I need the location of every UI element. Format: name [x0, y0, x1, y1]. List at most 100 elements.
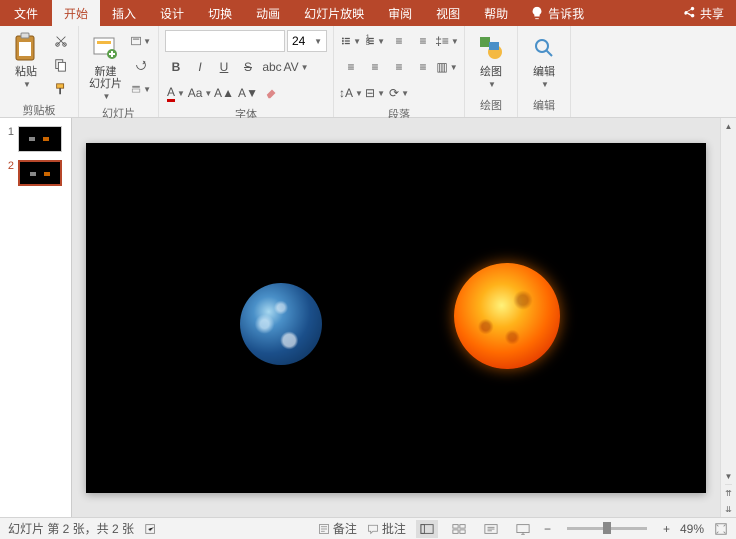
chevron-down-icon: ▼: [103, 92, 111, 101]
align-left-button[interactable]: ≡: [340, 56, 362, 78]
clipboard-icon: [12, 32, 40, 64]
ribbon-tabs: 文件 开始 插入 设计 切换 动画 幻灯片放映 审阅 视图 帮助 告诉我 共享: [0, 0, 736, 26]
group-editing: 编辑 ▼ 编辑: [518, 26, 571, 117]
sorter-view-icon: [452, 523, 466, 535]
section-button[interactable]: ▼: [130, 78, 152, 100]
numbering-icon: 123: [365, 34, 375, 48]
bullets-icon: [341, 34, 351, 48]
scissors-icon: [54, 34, 68, 48]
tell-me[interactable]: 告诉我: [520, 0, 594, 26]
group-paragraph: ▼ 123▼ ≡ ≡ ‡≡▼ ≡ ≡ ≡ ≡ ▥▼ ↕A▼ ⊟▼ ⟳▼: [334, 26, 465, 117]
italic-button[interactable]: I: [189, 56, 211, 78]
slide-canvas-wrap[interactable]: [72, 118, 720, 517]
status-bar: 幻灯片 第 2 张，共 2 张 备注 批注 − + 49%: [0, 517, 736, 539]
normal-view-icon: [420, 523, 434, 535]
drawing-button[interactable]: 绘图 ▼: [471, 30, 511, 91]
slide-indicator: 幻灯片 第 2 张，共 2 张: [8, 520, 134, 537]
chevron-down-icon: ▼: [541, 80, 549, 89]
spellcheck-icon[interactable]: [144, 522, 158, 536]
editor-area: ▲ ▼ ⇈ ⇊: [72, 118, 736, 517]
zoom-in-button[interactable]: +: [663, 522, 670, 536]
thumbnail-2[interactable]: 2: [4, 160, 67, 186]
prev-slide-arrow[interactable]: ⇈: [725, 485, 732, 501]
sorter-view-button[interactable]: [448, 520, 470, 538]
eraser-icon: [265, 86, 279, 100]
tab-insert[interactable]: 插入: [100, 0, 148, 26]
tab-help[interactable]: 帮助: [472, 0, 520, 26]
grow-font-button[interactable]: A▲: [213, 82, 235, 104]
font-color-button[interactable]: A▼: [165, 82, 187, 104]
zoom-level[interactable]: 49%: [680, 522, 704, 536]
align-center-button[interactable]: ≡: [364, 56, 386, 78]
new-slide-button[interactable]: 新建 幻灯片 ▼: [85, 30, 126, 103]
layout-icon: [131, 34, 141, 48]
earth-image[interactable]: [240, 283, 322, 365]
chevron-down-icon: ▼: [23, 80, 31, 89]
section-icon: [131, 82, 141, 96]
format-painter-button[interactable]: [50, 78, 72, 100]
tab-view[interactable]: 视图: [424, 0, 472, 26]
reading-view-button[interactable]: [480, 520, 502, 538]
share-button[interactable]: 共享: [670, 0, 736, 26]
text-direction-button[interactable]: ↕A▼: [340, 82, 362, 104]
tab-home[interactable]: 开始: [52, 0, 100, 26]
find-icon: [532, 36, 556, 60]
fit-window-button[interactable]: [714, 522, 728, 536]
thumbnail-pane[interactable]: 1 2: [0, 118, 72, 517]
align-right-button[interactable]: ≡: [388, 56, 410, 78]
scroll-up-arrow[interactable]: ▲: [721, 118, 736, 134]
smartart-button[interactable]: ⟳▼: [388, 82, 410, 104]
tab-file[interactable]: 文件: [0, 0, 52, 26]
slide-canvas[interactable]: [86, 143, 706, 493]
line-spacing-button[interactable]: ‡≡▼: [436, 30, 458, 52]
notes-icon: [318, 523, 330, 535]
align-text-button[interactable]: ⊟▼: [364, 82, 386, 104]
lightbulb-icon: [530, 6, 544, 20]
copy-button[interactable]: [50, 54, 72, 76]
zoom-slider-thumb[interactable]: [603, 522, 611, 534]
bullets-button[interactable]: ▼: [340, 30, 362, 52]
new-slide-icon: [92, 34, 120, 62]
vertical-scrollbar[interactable]: ▲ ▼ ⇈ ⇊: [720, 118, 736, 517]
normal-view-button[interactable]: [416, 520, 438, 538]
fit-icon: [714, 522, 728, 536]
tab-slideshow[interactable]: 幻灯片放映: [292, 0, 376, 26]
thumbnail-1[interactable]: 1: [4, 126, 67, 152]
font-family-select[interactable]: [165, 30, 285, 52]
reset-button[interactable]: [130, 54, 152, 76]
next-slide-arrow[interactable]: ⇊: [725, 501, 732, 517]
strike-button[interactable]: S: [237, 56, 259, 78]
indent-dec-button[interactable]: ≡: [388, 30, 410, 52]
comments-button[interactable]: 批注: [367, 520, 406, 537]
shapes-icon: [477, 34, 505, 62]
char-spacing-button[interactable]: AV▼: [285, 56, 307, 78]
shrink-font-button[interactable]: A▼: [237, 82, 259, 104]
font-size-select[interactable]: 24▼: [287, 30, 327, 52]
slideshow-view-button[interactable]: [512, 520, 534, 538]
bold-button[interactable]: B: [165, 56, 187, 78]
numbering-button[interactable]: 123▼: [364, 30, 386, 52]
group-drawing: 绘图 ▼ 绘图: [465, 26, 518, 117]
justify-button[interactable]: ≡: [412, 56, 434, 78]
sun-image[interactable]: [454, 263, 560, 369]
layout-button[interactable]: ▼: [130, 30, 152, 52]
columns-button[interactable]: ▥▼: [436, 56, 458, 78]
change-case-button[interactable]: Aa▼: [189, 82, 211, 104]
cut-button[interactable]: [50, 30, 72, 52]
tab-animations[interactable]: 动画: [244, 0, 292, 26]
indent-inc-button[interactable]: ≡: [412, 30, 434, 52]
tab-design[interactable]: 设计: [148, 0, 196, 26]
editing-button[interactable]: 编辑 ▼: [524, 30, 564, 91]
scroll-down-arrow[interactable]: ▼: [721, 468, 736, 484]
tab-review[interactable]: 审阅: [376, 0, 424, 26]
zoom-out-button[interactable]: −: [544, 522, 551, 536]
paste-button[interactable]: 粘贴 ▼: [6, 30, 46, 91]
zoom-slider[interactable]: [567, 527, 647, 530]
tab-transitions[interactable]: 切换: [196, 0, 244, 26]
shadow-button[interactable]: abc: [261, 56, 283, 78]
chevron-down-icon: ▼: [488, 80, 496, 89]
notes-button[interactable]: 备注: [318, 520, 357, 537]
group-slides: 新建 幻灯片 ▼ ▼ ▼ 幻灯片: [79, 26, 159, 117]
clear-format-button[interactable]: [261, 82, 283, 104]
underline-button[interactable]: U: [213, 56, 235, 78]
